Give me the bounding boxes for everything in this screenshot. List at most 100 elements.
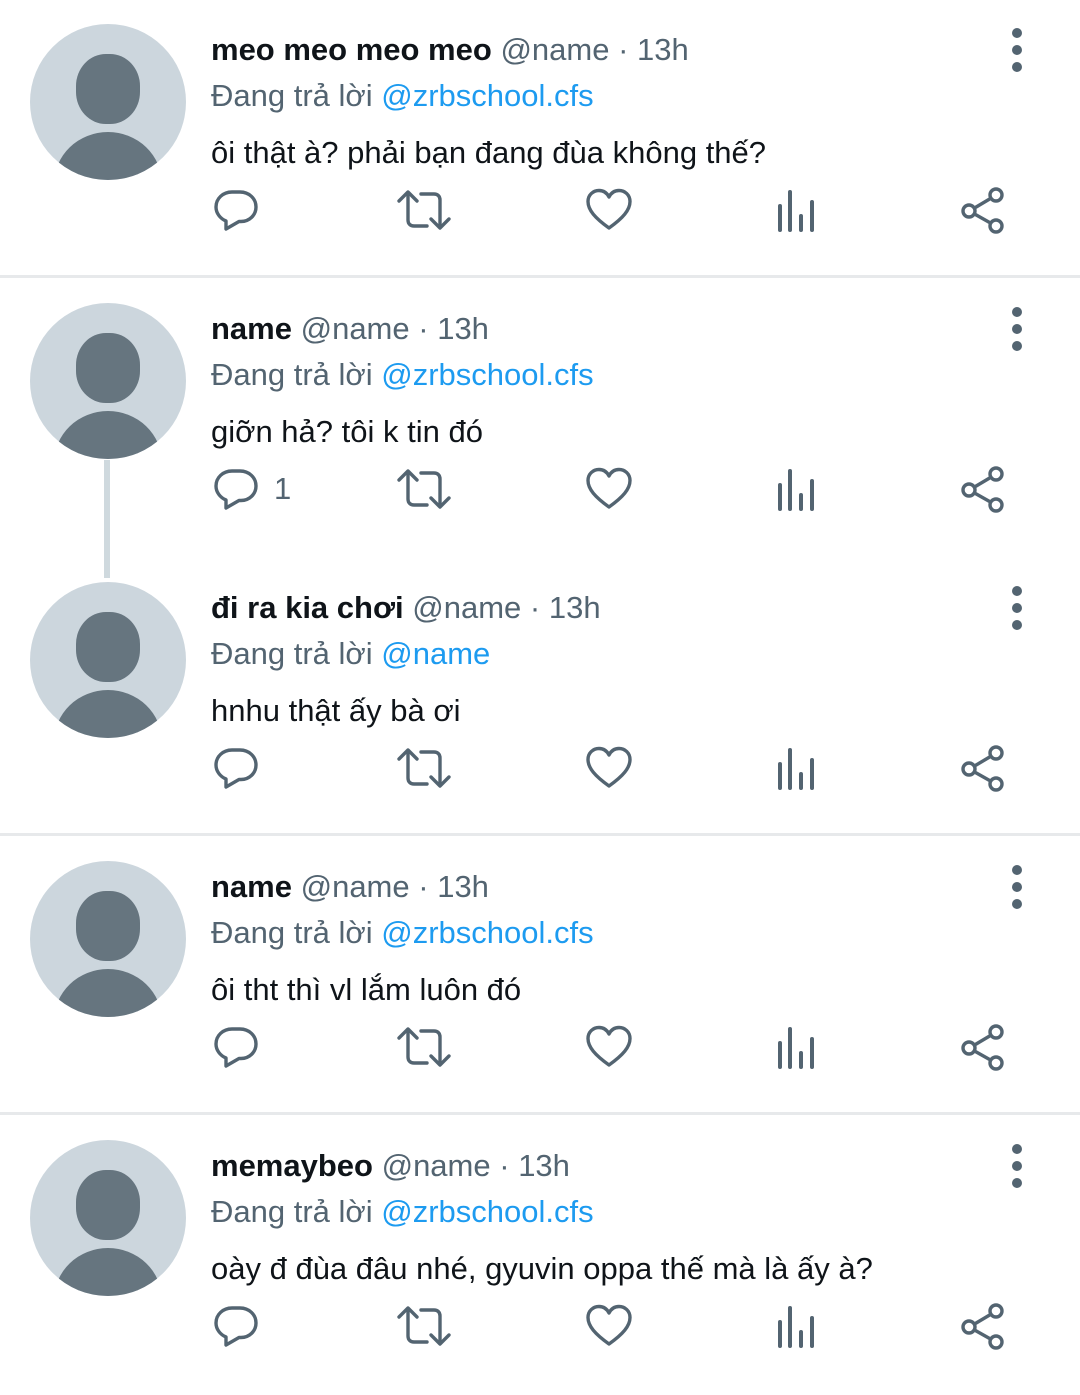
replying-to: Đang trả lời @zrbschool.cfs	[211, 73, 594, 119]
replying-to-handle[interactable]: @name	[381, 636, 490, 671]
user-handle[interactable]: @name	[382, 1148, 491, 1183]
retweet-button[interactable]	[396, 1296, 452, 1356]
more-vertical-icon[interactable]	[996, 584, 1038, 632]
timestamp[interactable]: 13h	[549, 590, 601, 625]
reply-icon	[214, 190, 258, 231]
views-button[interactable]	[775, 459, 817, 519]
reply-icon	[214, 1027, 258, 1068]
default-avatar-icon[interactable]	[30, 582, 186, 738]
like-button[interactable]	[585, 738, 633, 798]
default-avatar-icon[interactable]	[30, 303, 186, 459]
default-avatar-icon[interactable]	[30, 24, 186, 180]
like-button[interactable]	[585, 459, 633, 519]
user-handle[interactable]: @name	[500, 32, 609, 67]
tweet[interactable]: name @name · 13h Đang trả lời @zrbschool…	[0, 279, 1080, 558]
share-button[interactable]	[960, 738, 1006, 798]
tweet-text: hnhu thật ấy bà ơi	[211, 693, 461, 728]
retweet-button[interactable]	[396, 738, 452, 798]
tweet-header: name @name · 13h	[211, 863, 489, 911]
heart-icon	[586, 1304, 632, 1346]
tweet[interactable]: memaybeo @name · 13h Đang trả lời @zrbsc…	[0, 1116, 1080, 1395]
tweet-divider	[0, 1112, 1080, 1115]
replying-to: Đang trả lời @zrbschool.cfs	[211, 910, 594, 956]
retweet-icon	[397, 1027, 451, 1067]
share-icon	[961, 1024, 1004, 1071]
heart-icon	[586, 746, 632, 788]
share-icon	[961, 1303, 1004, 1350]
separator-dot: ·	[618, 32, 629, 67]
tweet[interactable]: đi ra kia chơi @name · 13h Đang trả lời …	[0, 558, 1080, 837]
views-icon	[778, 1306, 814, 1348]
replying-to-handle[interactable]: @zrbschool.cfs	[381, 78, 593, 113]
tweet[interactable]: meo meo meo meo @name · 13h Đang trả lời…	[0, 0, 1080, 279]
retweet-button[interactable]	[396, 180, 452, 240]
tweet-divider	[0, 833, 1080, 836]
tweet-header: name @name · 13h	[211, 305, 489, 353]
reply-button[interactable]	[212, 1296, 274, 1356]
retweet-button[interactable]	[396, 1017, 452, 1077]
timestamp[interactable]: 13h	[518, 1148, 570, 1183]
reply-count: 1	[274, 471, 292, 506]
separator-dot: ·	[418, 311, 429, 346]
replying-to-label: Đang trả lời	[211, 1194, 373, 1229]
retweet-button[interactable]	[396, 459, 452, 519]
tweet[interactable]: name @name · 13h Đang trả lời @zrbschool…	[0, 837, 1080, 1116]
tweet-divider	[0, 275, 1080, 278]
thread-connector-line	[104, 460, 110, 578]
separator-dot: ·	[529, 590, 541, 625]
share-icon	[961, 745, 1004, 792]
timestamp[interactable]: 13h	[437, 869, 489, 904]
views-button[interactable]	[775, 738, 817, 798]
tweet-text: giỡn hả? tôi k tin đó	[211, 414, 483, 449]
tweet-text: oày đ đùa đâu nhé, gyuvin oppa thế mà là…	[211, 1251, 873, 1286]
user-handle[interactable]: @name	[301, 869, 410, 904]
reply-button[interactable]: 1	[212, 459, 291, 519]
views-button[interactable]	[775, 1017, 817, 1077]
more-vertical-icon[interactable]	[996, 26, 1038, 74]
retweet-icon	[397, 748, 451, 788]
replying-to-label: Đang trả lời	[211, 357, 373, 392]
reply-button[interactable]	[212, 180, 274, 240]
share-button[interactable]	[960, 1017, 1006, 1077]
timestamp[interactable]: 13h	[437, 311, 489, 346]
tweet-header: meo meo meo meo @name · 13h	[211, 26, 689, 74]
display-name[interactable]: name	[211, 311, 292, 346]
views-icon	[778, 1027, 814, 1069]
like-button[interactable]	[585, 1296, 633, 1356]
display-name[interactable]: memaybeo	[211, 1148, 373, 1183]
share-button[interactable]	[960, 180, 1006, 240]
replying-to-handle[interactable]: @zrbschool.cfs	[381, 1194, 593, 1229]
share-button[interactable]	[960, 1296, 1006, 1356]
display-name[interactable]: đi ra kia chơi	[211, 590, 404, 625]
reply-icon	[214, 748, 258, 789]
user-handle[interactable]: @name	[412, 590, 521, 625]
heart-icon	[586, 467, 632, 509]
views-icon	[778, 469, 814, 511]
tweet-text: ôi tht thì vl lắm luôn đó	[211, 972, 522, 1007]
tweet-header: đi ra kia chơi @name · 13h	[211, 584, 601, 632]
views-icon	[778, 190, 814, 232]
like-button[interactable]	[585, 180, 633, 240]
retweet-icon	[397, 1306, 451, 1346]
user-handle[interactable]: @name	[301, 311, 410, 346]
replying-to-handle[interactable]: @zrbschool.cfs	[381, 357, 593, 392]
like-button[interactable]	[585, 1017, 633, 1077]
timestamp[interactable]: 13h	[637, 32, 689, 67]
retweet-icon	[397, 469, 451, 509]
reply-button[interactable]	[212, 1017, 274, 1077]
replying-to-handle[interactable]: @zrbschool.cfs	[381, 915, 593, 950]
share-button[interactable]	[960, 459, 1006, 519]
tweet-text: ôi thật à? phải bạn đang đùa không thế?	[211, 135, 767, 170]
display-name[interactable]: name	[211, 869, 292, 904]
more-vertical-icon[interactable]	[996, 863, 1038, 911]
default-avatar-icon[interactable]	[30, 861, 186, 1017]
reply-button[interactable]	[212, 738, 274, 798]
separator-dot: ·	[418, 869, 429, 904]
views-button[interactable]	[775, 180, 817, 240]
views-button[interactable]	[775, 1296, 817, 1356]
more-vertical-icon[interactable]	[996, 1142, 1038, 1190]
heart-icon	[586, 188, 632, 230]
default-avatar-icon[interactable]	[30, 1140, 186, 1296]
more-vertical-icon[interactable]	[996, 305, 1038, 353]
display-name[interactable]: meo meo meo meo	[211, 32, 492, 67]
